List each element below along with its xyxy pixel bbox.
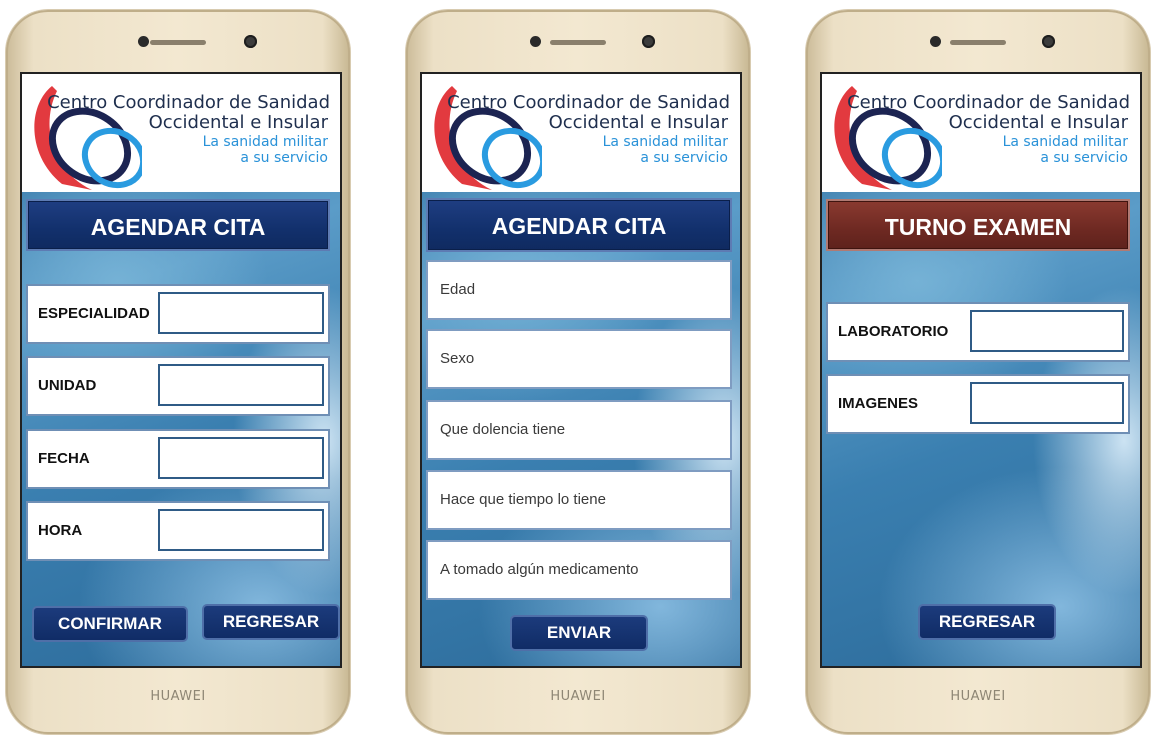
page-title: TURNO EXAMEN: [826, 199, 1130, 251]
sensor-dot: [138, 36, 149, 47]
send-button[interactable]: ENVIAR: [510, 615, 648, 651]
question-field-dolencia[interactable]: Que dolencia tiene: [426, 400, 732, 460]
org-name-line2: Occidental e Insular: [148, 112, 328, 133]
question-label: A tomado algún medicamento: [440, 561, 639, 578]
earpiece-speaker: [150, 40, 206, 45]
org-name-line1: Centro Coordinador de Sanidad: [847, 92, 1130, 113]
form-row-laboratorio: LABORATORIO: [826, 302, 1130, 362]
field-label: UNIDAD: [38, 377, 97, 394]
org-slogan-line1: La sanidad militar: [602, 134, 728, 150]
especialidad-input[interactable]: [158, 292, 324, 334]
unidad-input[interactable]: [158, 364, 324, 406]
field-label: HORA: [38, 522, 83, 539]
app-screen-cuestionario: Centro Coordinador de Sanidad Occidental…: [420, 72, 742, 668]
form-row-unidad: UNIDAD: [26, 356, 330, 416]
device-brand: HUAWEI: [950, 689, 1006, 704]
earpiece-speaker: [550, 40, 606, 45]
question-label: Que dolencia tiene: [440, 421, 566, 438]
confirm-button[interactable]: CONFIRMAR: [32, 606, 188, 642]
laboratorio-input[interactable]: [970, 310, 1124, 352]
phone-1: Centro Coordinador de Sanidad Occidental…: [6, 10, 350, 734]
app-header: Centro Coordinador de Sanidad Occidental…: [22, 74, 340, 192]
question-field-edad[interactable]: Edad: [426, 260, 732, 320]
sensor-dot: [530, 36, 541, 47]
app-header: Centro Coordinador de Sanidad Occidental…: [422, 74, 740, 192]
org-name-line1: Centro Coordinador de Sanidad: [447, 92, 730, 113]
question-field-sexo[interactable]: Sexo: [426, 329, 732, 389]
question-label: Hace que tiempo lo tiene: [440, 491, 606, 508]
front-camera: [244, 35, 257, 48]
form-row-fecha: FECHA: [26, 429, 330, 489]
page-title: AGENDAR CITA: [26, 199, 330, 251]
back-button[interactable]: REGRESAR: [202, 604, 340, 640]
back-button[interactable]: REGRESAR: [918, 604, 1056, 640]
field-label: ESPECIALIDAD: [38, 305, 150, 322]
org-name-line2: Occidental e Insular: [948, 112, 1128, 133]
form-row-especialidad: ESPECIALIDAD: [26, 284, 330, 344]
org-slogan-line2: a su servicio: [240, 150, 328, 166]
org-slogan-line2: a su servicio: [1040, 150, 1128, 166]
fecha-input[interactable]: [158, 437, 324, 479]
app-header: Centro Coordinador de Sanidad Occidental…: [822, 74, 1140, 192]
field-label: IMAGENES: [838, 395, 919, 412]
sensor-dot: [930, 36, 941, 47]
phone-2: Centro Coordinador de Sanidad Occidental…: [406, 10, 750, 734]
question-field-medicamento[interactable]: A tomado algún medicamento: [426, 540, 732, 600]
field-label: FECHA: [38, 450, 90, 467]
hora-input[interactable]: [158, 509, 324, 551]
device-brand: HUAWEI: [550, 689, 606, 704]
form-row-hora: HORA: [26, 501, 330, 561]
org-name-line1: Centro Coordinador de Sanidad: [47, 92, 330, 113]
front-camera: [1042, 35, 1055, 48]
device-brand: HUAWEI: [150, 689, 206, 704]
form-row-imagenes: IMAGENES: [826, 374, 1130, 434]
page-title: AGENDAR CITA: [426, 198, 732, 252]
org-slogan-line1: La sanidad militar: [1002, 134, 1128, 150]
app-screen-turno-examen: Centro Coordinador de Sanidad Occidental…: [820, 72, 1142, 668]
org-name-line2: Occidental e Insular: [548, 112, 728, 133]
question-label: Edad: [440, 281, 476, 298]
org-slogan-line2: a su servicio: [640, 150, 728, 166]
app-screen-agendar-cita: Centro Coordinador de Sanidad Occidental…: [20, 72, 342, 668]
front-camera: [642, 35, 655, 48]
phone-3: Centro Coordinador de Sanidad Occidental…: [806, 10, 1150, 734]
field-label: LABORATORIO: [838, 323, 949, 340]
org-slogan-line1: La sanidad militar: [202, 134, 328, 150]
earpiece-speaker: [950, 40, 1006, 45]
imagenes-input[interactable]: [970, 382, 1124, 424]
question-field-tiempo[interactable]: Hace que tiempo lo tiene: [426, 470, 732, 530]
question-label: Sexo: [440, 350, 475, 367]
